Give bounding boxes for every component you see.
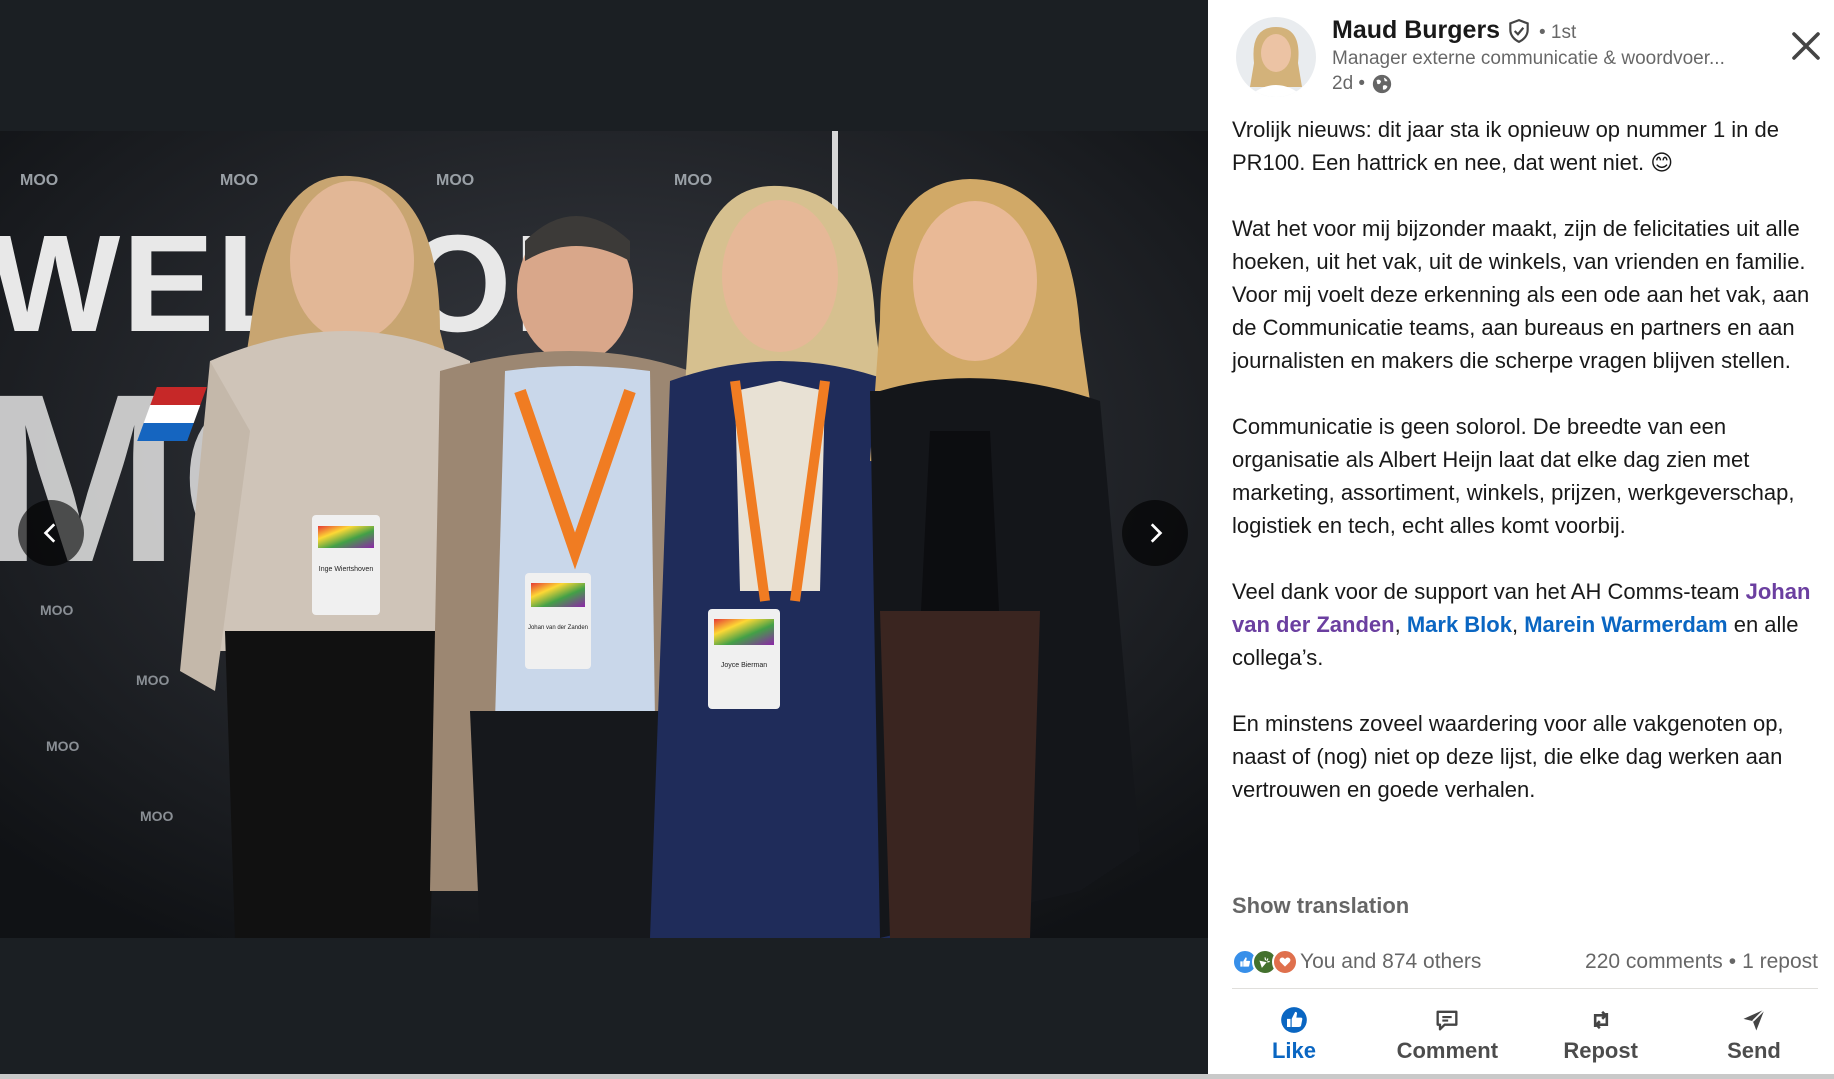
verified-shield-icon <box>1509 18 1529 43</box>
engagement-counts: 220 comments • 1 repost <box>1585 950 1818 974</box>
media-viewer: MOO MOO MOO MOO MOO MOO MOO MOO WELCOM M… <box>0 0 1208 1079</box>
backdrop-logo: MOO <box>46 738 80 754</box>
post-paragraph: Wat het voor mij bijzonder maakt, zijn d… <box>1232 216 1810 373</box>
author-name[interactable]: Maud Burgers <box>1332 16 1532 45</box>
next-image-button[interactable] <box>1122 500 1188 566</box>
comment-icon <box>1436 1010 1458 1031</box>
backdrop-logo: MOO <box>136 672 170 688</box>
comment-label: Comment <box>1396 1038 1499 1063</box>
close-icon[interactable] <box>1788 28 1824 64</box>
action-bar: Like Comment Repost Send <box>1224 996 1824 1074</box>
show-translation-link[interactable]: Show translation <box>1232 893 1409 919</box>
send-button[interactable]: Send <box>1684 996 1824 1074</box>
author-avatar[interactable] <box>1236 17 1316 97</box>
divider <box>1232 988 1818 989</box>
counts-separator: • <box>1728 950 1737 973</box>
repost-button[interactable]: Repost <box>1531 996 1671 1074</box>
chevron-right-icon <box>1150 523 1163 543</box>
post-timestamp: 2d • <box>1332 73 1366 94</box>
reposts-count[interactable]: 1 repost <box>1742 950 1818 974</box>
post-paragraph: Communicatie is geen solorol. De breedte… <box>1232 414 1795 538</box>
post-photo: MOO MOO MOO MOO MOO MOO MOO MOO WELCOM M… <box>0 131 1208 938</box>
post-body: Vrolijk nieuws: dit jaar sta ik opnieuw … <box>1232 113 1812 839</box>
backdrop-logo: MOO <box>220 172 258 189</box>
love-reaction-icon <box>1272 949 1298 975</box>
repost-icon <box>1593 1010 1608 1030</box>
comments-count[interactable]: 220 comments <box>1585 950 1723 974</box>
send-icon <box>1743 1008 1766 1031</box>
reactions-summary[interactable]: You and 874 others <box>1232 949 1481 975</box>
chevron-left-icon <box>43 523 56 543</box>
backdrop-logo: MOO <box>20 172 58 189</box>
backdrop-logo: MOO <box>140 808 174 824</box>
post-meta: 2d • <box>1332 73 1393 95</box>
author-headline: Manager externe communicatie & woordvoer… <box>1332 48 1725 69</box>
connection-degree: • 1st <box>1539 22 1577 43</box>
backdrop-logo: MOO <box>674 172 712 189</box>
author-name-text[interactable]: Maud Burgers <box>1332 16 1500 45</box>
mention-mark-blok[interactable]: Mark Blok <box>1407 612 1512 637</box>
globe-icon <box>1372 74 1392 94</box>
reactions-count[interactable]: You and 874 others <box>1300 950 1481 974</box>
like-icon <box>1281 1007 1307 1033</box>
badge-name: Inge Wiertshoven <box>319 566 374 573</box>
reaction-icons <box>1232 949 1298 975</box>
mention-marein-warmerdam[interactable]: Marein Warmerdam <box>1524 612 1727 637</box>
previous-image-button[interactable] <box>18 500 84 566</box>
backdrop-logo: MOO <box>436 172 474 189</box>
thanks-intro: Veel dank voor de support van het AH Com… <box>1232 579 1746 604</box>
separator: , <box>1511 612 1525 637</box>
post-paragraph: Vrolijk nieuws: dit jaar sta ik opnieuw … <box>1232 117 1780 175</box>
badge-name: Johan van der Zanden <box>528 625 588 631</box>
comment-button[interactable]: Comment <box>1377 996 1517 1074</box>
separator: , <box>1394 612 1407 637</box>
post-panel: Maud Burgers • 1st Manager externe commu… <box>1208 0 1834 1079</box>
post-paragraph: En minstens zoveel waardering voor alle … <box>1232 711 1784 802</box>
send-label: Send <box>1727 1038 1781 1063</box>
repost-label: Repost <box>1563 1038 1638 1063</box>
like-label: Like <box>1271 1038 1317 1063</box>
like-button[interactable]: Like <box>1224 996 1364 1074</box>
window-edge <box>0 1074 1834 1079</box>
badge-name: Joyce Bierman <box>721 662 767 669</box>
social-counts: You and 874 others 220 comments • 1 repo… <box>1232 946 1818 978</box>
post-paragraph-thanks: Veel dank voor de support van het AH Com… <box>1232 575 1812 674</box>
